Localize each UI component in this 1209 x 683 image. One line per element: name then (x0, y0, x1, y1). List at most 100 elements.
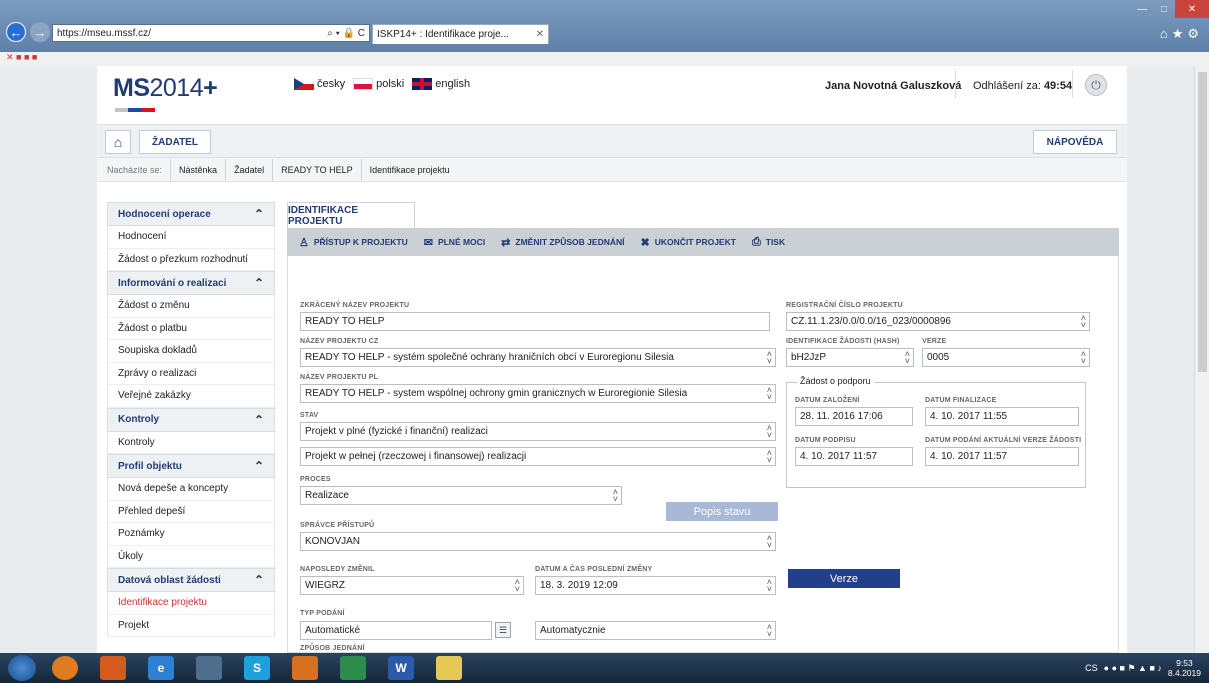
skype-icon[interactable]: S (244, 656, 270, 680)
breadcrumb-item-project[interactable]: READY TO HELP (272, 158, 361, 181)
sidebar-item[interactable]: Hodnocení (107, 226, 275, 249)
back-button[interactable]: ← (6, 22, 26, 42)
datum-zalozeni-field[interactable]: 28. 11. 2016 17:06 (795, 407, 913, 426)
scrollbar-thumb[interactable] (1198, 72, 1207, 372)
power-of-attorney-button[interactable]: ✉ PLNÉ MOCI (424, 236, 485, 249)
spinner-icon: ˄ ˅ (514, 577, 520, 594)
verze-button[interactable]: Verze (788, 569, 900, 588)
sidebar-item[interactable]: Úkoly (107, 545, 275, 568)
zadatel-button[interactable]: ŽADATEL (139, 130, 211, 154)
page: MS2014+ česky polski english Jana Novotn… (0, 66, 1209, 653)
datum-podani-field[interactable]: 4. 10. 2017 11:57 (925, 447, 1079, 466)
hash-field[interactable]: bH2JzP ˄ ˅ (786, 348, 914, 367)
sidebar-section-profil[interactable]: Profil objektu ⌃ (107, 454, 275, 478)
favorites-bar: ✕ ■ ■ ■ (0, 52, 1209, 66)
name-cz-field[interactable]: READY TO HELP - systém společné ochrany … (300, 348, 776, 367)
verze-field[interactable]: 0005 ˄ ˅ (922, 348, 1090, 367)
sidebar-section-datova-oblast[interactable]: Datová oblast žádosti ⌃ (107, 568, 275, 592)
excel-icon[interactable] (340, 656, 366, 680)
internet-explorer-icon[interactable]: e (148, 656, 174, 680)
sidebar-section-kontroly[interactable]: Kontroly ⌃ (107, 407, 275, 432)
minimize-icon[interactable]: — (1131, 0, 1153, 18)
sidebar-item[interactable]: Kontroly (107, 431, 275, 454)
lang-cz[interactable]: česky (294, 78, 345, 91)
settings-gear-icon[interactable]: ⚙ (1187, 26, 1203, 41)
url-text: https://mseu.mssf.cz/ (57, 27, 151, 39)
sidebar-item[interactable]: Nová depeše a koncepty (107, 478, 275, 501)
typ-podani-pl-field[interactable]: Automatycznie ˄ ˅ (535, 621, 776, 640)
divider (955, 70, 956, 98)
address-bar[interactable]: https://mseu.mssf.cz/ ⌕ ▾ 🔒 C (52, 24, 370, 42)
end-project-button[interactable]: ✖ UKONČIT PROJEKT (640, 236, 735, 249)
chrome-icon[interactable] (52, 656, 78, 680)
breadcrumb-item-zadatel[interactable]: Žadatel (225, 158, 272, 181)
power-icon[interactable]: ⏻ (1085, 74, 1107, 96)
sidebar-item[interactable]: Soupiska dokladů (107, 340, 275, 363)
access-button[interactable]: ♙ PŘÍSTUP K PROJEKTU (299, 236, 408, 249)
home-icon: ⌂ (113, 134, 123, 150)
home-button[interactable]: ⌂ (105, 130, 131, 154)
datum-finalizace-field[interactable]: 4. 10. 2017 11:55 (925, 407, 1079, 426)
breadcrumb-item-nastenka[interactable]: Nástěnka (170, 158, 225, 181)
sidebar-item[interactable]: Žádost o platbu (107, 317, 275, 340)
tray-icons[interactable]: ● ● ■ ⚑ ▲ ■ ♪ (1104, 663, 1162, 674)
sidebar-item[interactable]: Poznámky (107, 523, 275, 546)
sidebar-section-informovani[interactable]: Informování o realizaci ⌃ (107, 271, 275, 295)
maximize-icon[interactable]: □ (1153, 0, 1175, 18)
sidebar-item[interactable]: Projekt (107, 614, 275, 637)
popis-stavu-button[interactable]: Popis stavu (666, 502, 778, 521)
language-switcher: česky polski english (294, 78, 470, 91)
sidebar-item-active[interactable]: Identifikace projektu (107, 592, 275, 615)
datum-zmeny-field[interactable]: 18. 3. 2019 12:09 ˄ ˅ (535, 576, 776, 595)
browser-tab[interactable]: ISKP14+ : Identifikace proje... ✕ (372, 24, 549, 44)
sidebar-item[interactable]: Veřejné zakázky (107, 385, 275, 408)
datum-podpisu-field[interactable]: 4. 10. 2017 11:57 (795, 447, 913, 466)
app-icon[interactable] (196, 656, 222, 680)
file-explorer-icon[interactable] (436, 656, 462, 680)
sidebar-item[interactable]: Zprávy o realizaci (107, 362, 275, 385)
naposledy-field[interactable]: WIEGRZ ˄ ˅ (300, 576, 524, 595)
app-icon[interactable] (100, 656, 126, 680)
favorites-star-icon[interactable]: ★ (1172, 26, 1188, 41)
sidebar: Hodnocení operace ⌃ Hodnocení Žádost o př… (107, 202, 275, 653)
clock[interactable]: 9:53 8.4.2019 (1168, 658, 1201, 678)
sidebar-item[interactable]: Přehled depeší (107, 500, 275, 523)
chevron-up-icon: ⌃ (253, 276, 264, 290)
app-container: MS2014+ česky polski english Jana Novotn… (97, 66, 1127, 653)
tab-identifikace[interactable]: IDENTIFIKACE PROJEKTU (287, 202, 415, 228)
typ-podani-field[interactable]: Automatické (300, 621, 492, 640)
forward-button[interactable]: → (30, 22, 50, 42)
proces-label: PROCES (300, 476, 331, 483)
sidebar-section-hodnoceni[interactable]: Hodnocení operace ⌃ (107, 202, 275, 226)
word-icon[interactable]: W (388, 656, 414, 680)
spravce-field[interactable]: KONOVJAN ˄ ˅ (300, 532, 776, 551)
page-scrollbar[interactable] (1194, 66, 1209, 653)
name-pl-field[interactable]: READY TO HELP - system wspólnej ochrony … (300, 384, 776, 403)
home-icon[interactable]: ⌂ (1160, 26, 1172, 41)
spinner-icon: ˄ ˅ (904, 349, 910, 366)
outlook-icon[interactable] (292, 656, 318, 680)
start-button[interactable] (8, 655, 36, 681)
sidebar-item[interactable]: Žádost o přezkum rozhodnutí (107, 248, 275, 271)
help-button[interactable]: NÁPOVĚDA (1033, 130, 1117, 154)
reg-field[interactable]: CZ.11.1.23/0.0/0.0/16_023/0000896 ˄ ˅ (786, 312, 1090, 331)
change-procedure-button[interactable]: ⇄ ZMĚNIT ZPŮSOB JEDNÁNÍ (501, 236, 624, 249)
short-name-field[interactable]: READY TO HELP (300, 312, 770, 331)
list-icon[interactable]: ☰ (495, 622, 511, 638)
user-name[interactable]: Jana Novotná Galuszková (825, 80, 961, 92)
address-tools[interactable]: ⌕ ▾ 🔒 C (327, 28, 369, 39)
language-indicator[interactable]: CS (1085, 663, 1098, 673)
sidebar-item[interactable]: Žádost o změnu (107, 295, 275, 318)
spinner-icon: ˄ ˅ (766, 385, 772, 402)
lang-pl[interactable]: polski (353, 78, 404, 91)
proces-field[interactable]: Realizace ˄ ˅ (300, 486, 622, 505)
datum-podani-label: DATUM PODÁNÍ AKTUÁLNÍ VERZE ŽÁDOSTI (925, 437, 1082, 444)
lang-en[interactable]: english (412, 78, 470, 91)
stav-pl-field[interactable]: Projekt w pełnej (rzeczowej i finansowej… (300, 447, 776, 466)
system-tray: CS ● ● ■ ⚑ ▲ ■ ♪ 9:53 8.4.2019 (1085, 653, 1201, 683)
close-window-icon[interactable]: ✕ (1175, 0, 1209, 18)
close-tab-icon[interactable]: ✕ (532, 29, 548, 40)
stav-cz-field[interactable]: Projekt v plné (fyzické i finanční) real… (300, 422, 776, 441)
logo[interactable]: MS2014+ (113, 74, 218, 103)
print-button[interactable]: ⎙ TISK (752, 236, 785, 249)
